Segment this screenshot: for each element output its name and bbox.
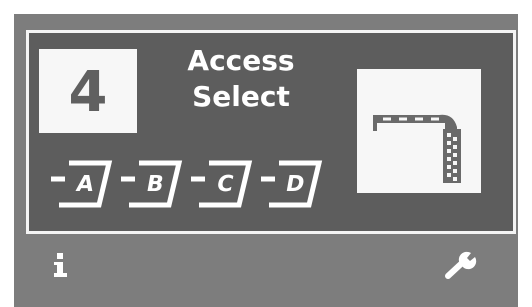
info-icon[interactable] [52, 253, 70, 279]
option-a-button[interactable]: A [47, 159, 113, 211]
option-c-button[interactable]: C [187, 159, 253, 211]
wrench-icon[interactable] [444, 250, 478, 280]
title-line-1: Access [187, 44, 295, 77]
access-count-box: 4 [39, 49, 137, 133]
option-b-label: B [144, 172, 166, 197]
option-d-label: D [283, 172, 307, 197]
title-line-2: Select [192, 80, 290, 113]
option-b-button[interactable]: B [117, 159, 183, 211]
option-d-button[interactable]: D [257, 159, 323, 211]
barrier-image-box [357, 69, 481, 193]
barrier-gate-icon [373, 114, 461, 183]
page-title: Access Select [159, 43, 323, 115]
option-a-label: A [74, 172, 96, 197]
access-count-value: 4 [68, 60, 108, 125]
option-c-label: C [214, 172, 236, 197]
access-select-panel: 4 Access Select A B C D [26, 30, 516, 234]
